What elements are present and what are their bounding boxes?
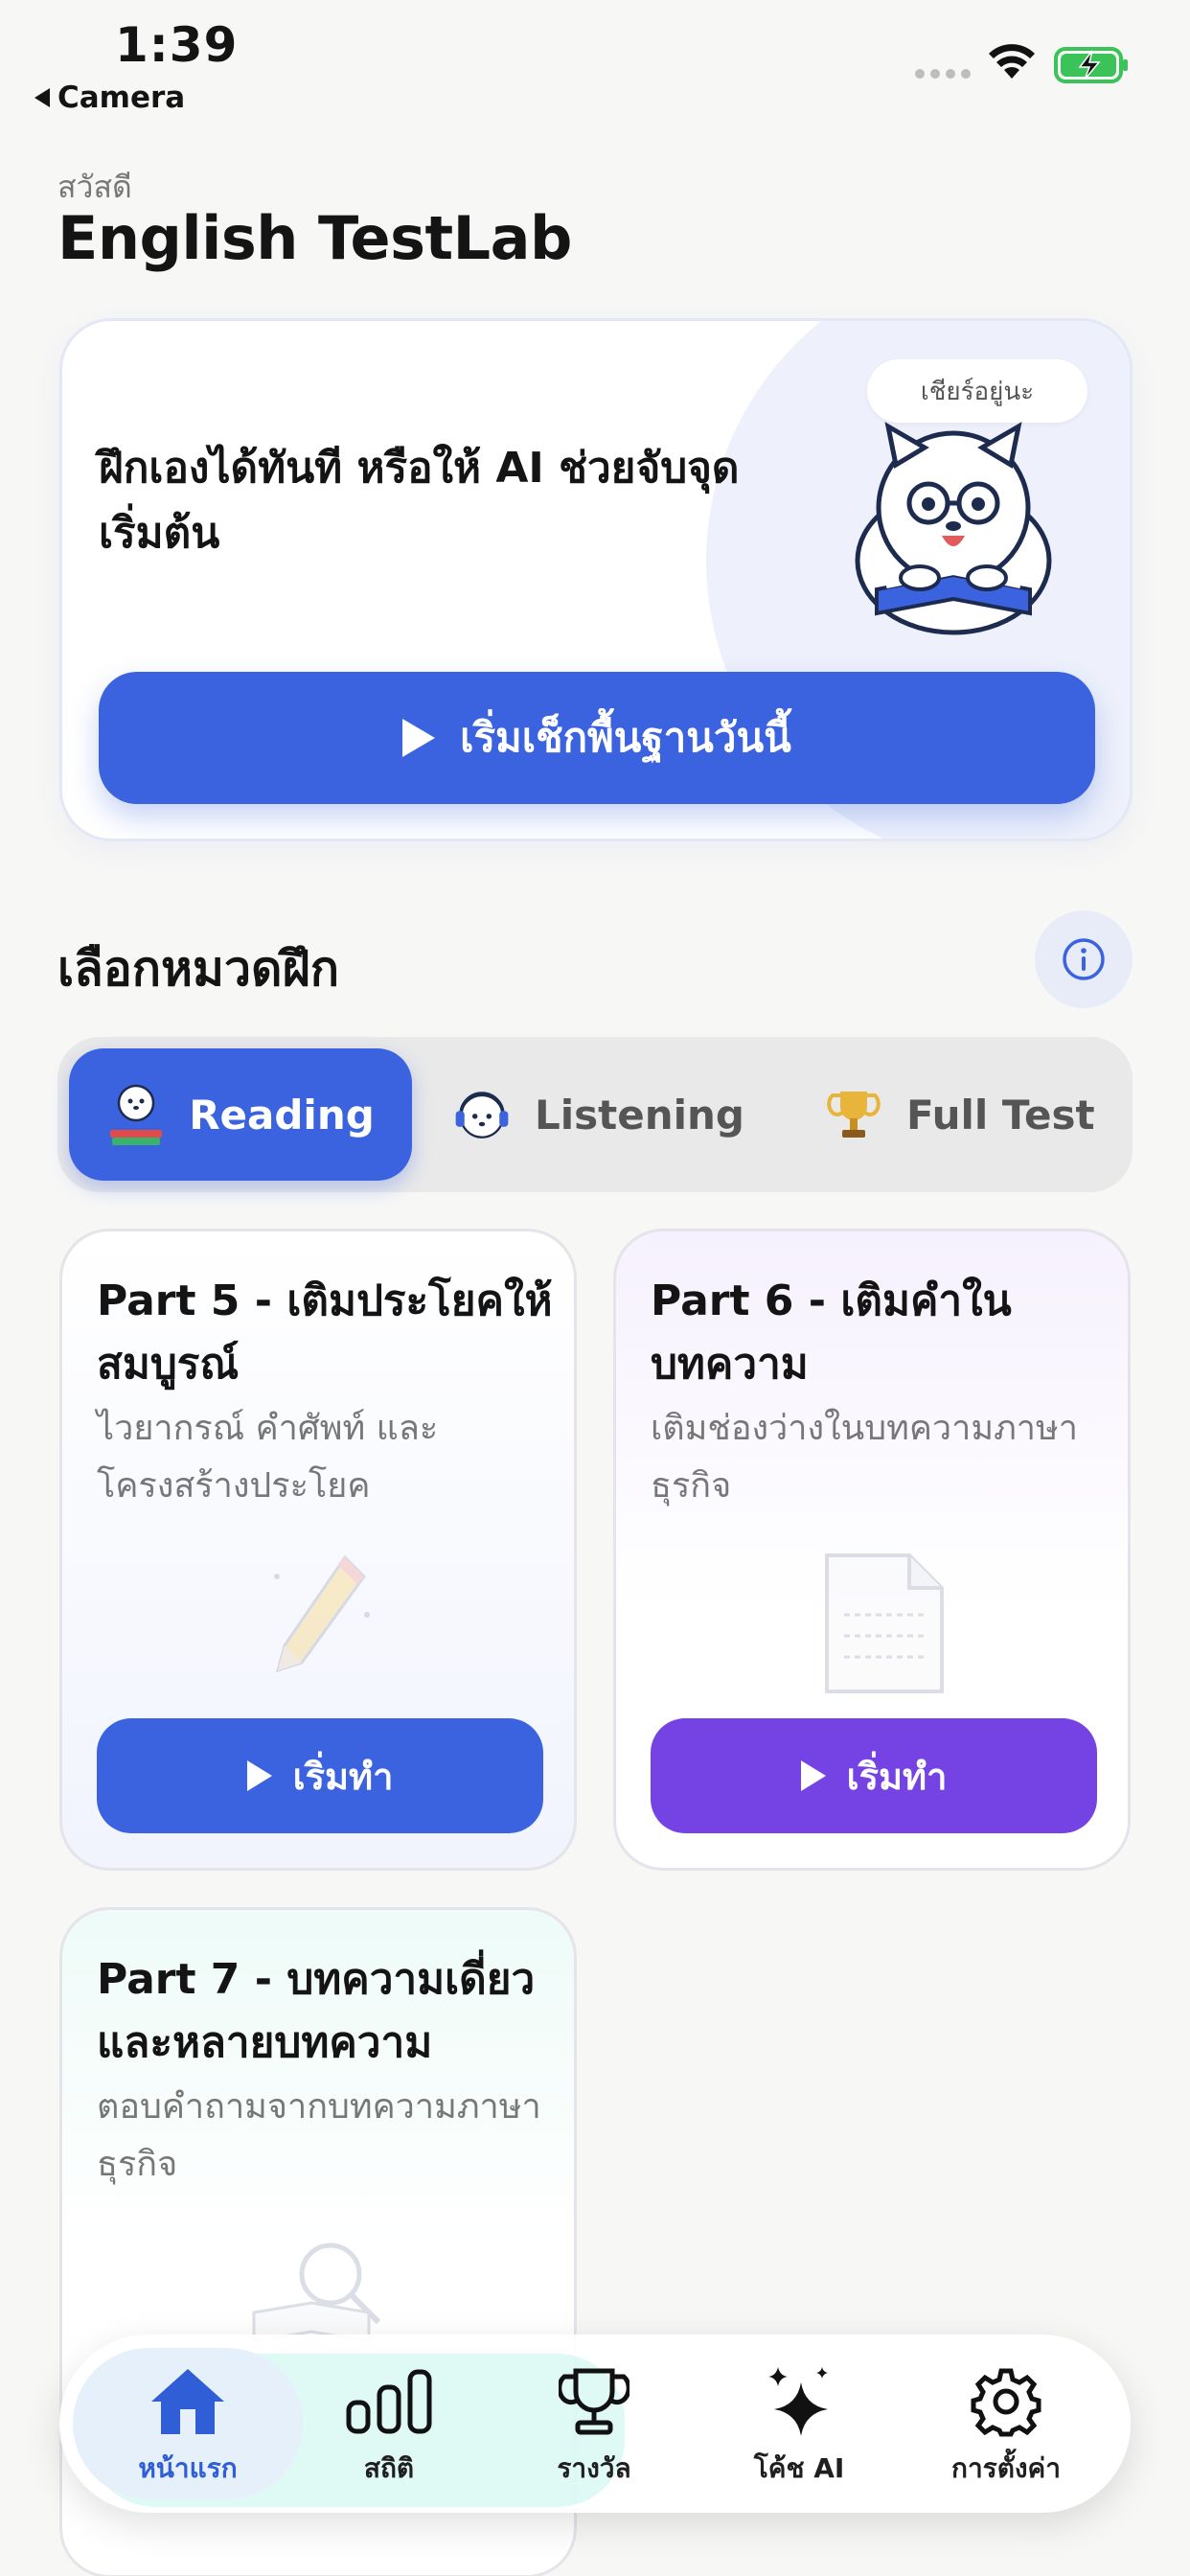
- magnifier-book-icon: [252, 2242, 381, 2343]
- trophy-icon: [824, 1080, 883, 1149]
- part-title: Part 5 - เติมประโยคให้สมบูรณ์: [97, 1276, 553, 1389]
- tab-stats-label: สถิติ: [363, 2452, 415, 2484]
- listening-dog-headphones-icon: [452, 1080, 512, 1149]
- segment-full-test[interactable]: Full Test: [824, 1048, 1095, 1181]
- play-icon: [246, 1760, 272, 1791]
- sparkles-icon: [763, 2363, 835, 2440]
- start-baseline-label: เริ่มเช็กพื้นฐานวันนี้: [460, 714, 791, 761]
- back-label: Camera: [57, 80, 186, 115]
- tab-rewards-label: รางวัล: [557, 2452, 631, 2484]
- part-subtitle: เติมช่องว่างในบทความภาษาธุรกิจ: [651, 1409, 1078, 1506]
- document-icon: [825, 1553, 944, 1693]
- start-label: เริ่มทำ: [846, 1755, 948, 1798]
- reading-dog-books-icon: [106, 1080, 166, 1149]
- section-title: เลือกหมวดฝึก: [57, 941, 340, 997]
- tab-ai-coach[interactable]: โค้ช AI: [703, 2363, 895, 2490]
- part-subtitle: ตอบคำถามจากบทความภาษาธุรกิจ: [97, 2087, 541, 2184]
- back-to-camera-link[interactable]: Camera: [34, 80, 185, 115]
- gear-icon: [970, 2363, 1042, 2440]
- tab-home-label: หน้าแรก: [138, 2452, 238, 2484]
- start-baseline-check-button[interactable]: เริ่มเช็กพื้นฐานวันนี้: [99, 672, 1095, 804]
- bar-chart-icon: [345, 2363, 433, 2440]
- info-button[interactable]: [1035, 910, 1133, 1008]
- segment-listening-label: Listening: [535, 1091, 744, 1138]
- segment-listening[interactable]: Listening: [452, 1048, 744, 1181]
- category-segmented-control: Reading Listening Full Test: [57, 1037, 1133, 1192]
- tab-rewards[interactable]: รางวัล: [498, 2363, 690, 2490]
- status-bar: 1:39 Camera: [0, 0, 1190, 125]
- cellular-signal-icon: [915, 69, 971, 79]
- home-icon: [148, 2363, 228, 2440]
- tab-settings[interactable]: การตั้งค่า: [910, 2363, 1102, 2490]
- trophy-icon: [559, 2363, 629, 2440]
- back-triangle-icon: [34, 88, 50, 107]
- play-icon: [402, 719, 436, 757]
- play-icon: [800, 1760, 826, 1791]
- part-card-6[interactable]: Part 6 - เติมคำในบทความ เติมช่องว่างในบท…: [613, 1229, 1131, 1871]
- part-subtitle: ไวยากรณ์ คำศัพท์ และโครงสร้างประโยค: [97, 1409, 439, 1506]
- page-title: English TestLab: [57, 203, 572, 273]
- pencil-icon: [274, 1554, 370, 1673]
- segment-reading-label: Reading: [189, 1091, 375, 1138]
- wifi-icon: [989, 44, 1035, 79]
- hero-card: ฝึกเองได้ทันที หรือให้ AI ช่วยจับจุดเริ่…: [59, 318, 1133, 841]
- tab-home[interactable]: หน้าแรก: [92, 2363, 284, 2490]
- hero-text: ฝึกเองได้ทันที หรือให้ AI ช่วยจับจุดเริ่…: [99, 444, 740, 558]
- part-card-5[interactable]: Part 5 - เติมประโยคให้สมบูรณ์ ไวยากรณ์ ค…: [59, 1229, 577, 1871]
- tab-stats[interactable]: สถิติ: [293, 2363, 485, 2490]
- bottom-tab-bar: หน้าแรก สถิติ รางวัล โค้ช AI การตั้งค่า: [59, 2334, 1131, 2513]
- segment-reading[interactable]: Reading: [69, 1048, 412, 1181]
- status-time: 1:39: [115, 17, 239, 73]
- segment-full-test-label: Full Test: [906, 1091, 1095, 1138]
- info-icon: [1063, 938, 1105, 980]
- part-5-start-button[interactable]: เริ่มทำ: [97, 1718, 543, 1833]
- tab-ai-coach-label: โค้ช AI: [753, 2452, 845, 2484]
- dog-mascot-icon: [855, 422, 1052, 635]
- tab-settings-label: การตั้งค่า: [950, 2452, 1062, 2484]
- start-label: เริ่มทำ: [292, 1755, 394, 1798]
- part-title: Part 6 - เติมคำในบทความ: [651, 1276, 1012, 1389]
- battery-charging-icon: [1054, 47, 1128, 83]
- part-6-start-button[interactable]: เริ่มทำ: [651, 1718, 1097, 1833]
- part-title: Part 7 - บทความเดี่ยวและหลายบทความ: [97, 1955, 536, 2067]
